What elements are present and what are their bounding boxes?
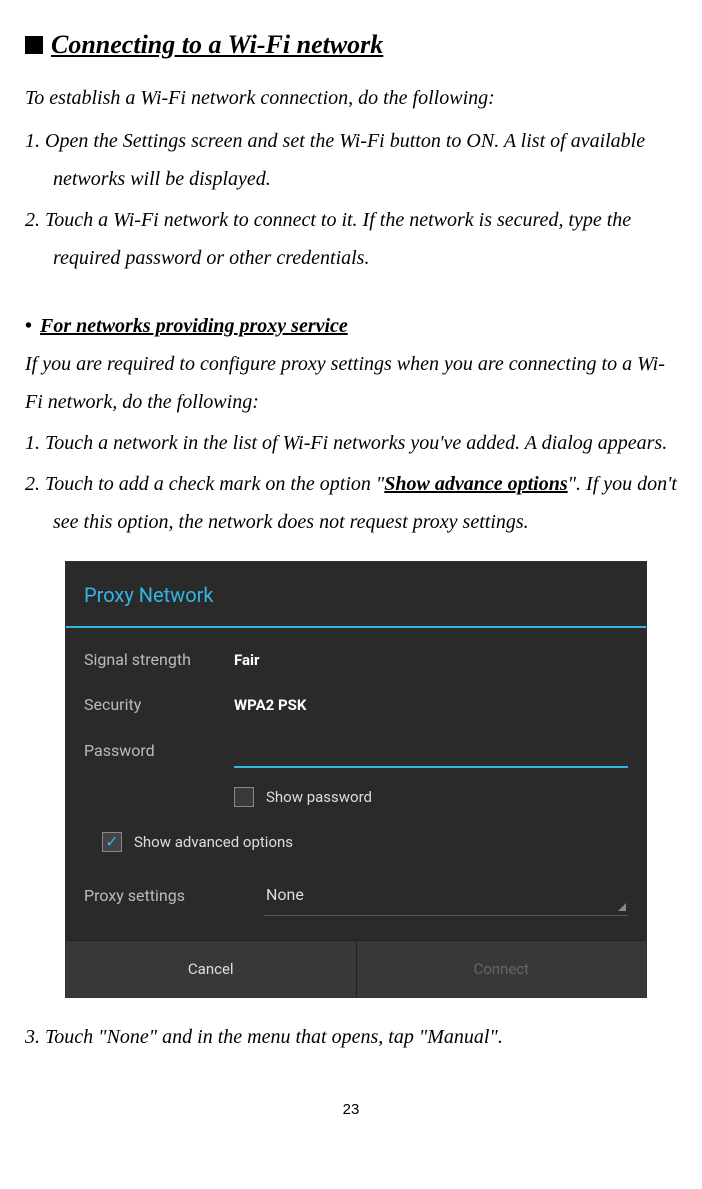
proxy-step-3: 3. Touch "None" and in the menu that ope… bbox=[25, 1018, 677, 1056]
main-heading: Connecting to a Wi-Fi network bbox=[51, 20, 383, 69]
cancel-button[interactable]: Cancel bbox=[66, 941, 357, 998]
password-row: Password bbox=[84, 727, 628, 775]
proxy-step-2-prefix: 2. Touch to add a check mark on the opti… bbox=[25, 473, 384, 495]
proxy-settings-label: Proxy settings bbox=[84, 881, 234, 911]
show-advanced-row[interactable]: ✓ Show advanced options bbox=[102, 820, 628, 865]
proxy-step-1: 1. Touch a network in the list of Wi-Fi … bbox=[25, 424, 677, 462]
security-value: WPA2 PSK bbox=[234, 691, 306, 720]
spinner-triangle-icon bbox=[618, 903, 626, 911]
show-password-row[interactable]: Show password bbox=[234, 775, 628, 820]
signal-label: Signal strength bbox=[84, 645, 234, 675]
security-row: Security WPA2 PSK bbox=[84, 683, 628, 727]
password-label: Password bbox=[84, 736, 234, 766]
subheading: For networks providing proxy service bbox=[40, 307, 348, 345]
show-advanced-label: Show advanced options bbox=[134, 828, 293, 857]
dialog-title: Proxy Network bbox=[66, 562, 646, 628]
square-bullet-icon bbox=[25, 36, 43, 54]
password-input[interactable] bbox=[234, 734, 628, 768]
intro-text: To establish a Wi-Fi network connection,… bbox=[25, 79, 677, 117]
proxy-settings-value: None bbox=[266, 880, 304, 910]
step-1: 1. Open the Settings screen and set the … bbox=[25, 122, 677, 198]
dialog-button-bar: Cancel Connect bbox=[66, 940, 646, 998]
dialog-body: Signal strength Fair Security WPA2 PSK P… bbox=[66, 628, 646, 939]
signal-value: Fair bbox=[234, 646, 259, 675]
proxy-settings-spinner[interactable]: None bbox=[264, 876, 628, 915]
show-password-checkbox[interactable] bbox=[234, 787, 254, 807]
proxy-intro: If you are required to configure proxy s… bbox=[25, 345, 677, 421]
connect-button[interactable]: Connect bbox=[357, 941, 647, 998]
proxy-dialog: Proxy Network Signal strength Fair Secur… bbox=[65, 561, 647, 998]
dot-bullet-icon: • bbox=[25, 307, 32, 345]
proxy-settings-row: Proxy settings None bbox=[84, 864, 628, 921]
subheading-row: • For networks providing proxy service bbox=[25, 307, 677, 345]
show-password-label: Show password bbox=[266, 783, 372, 812]
show-advanced-checkbox[interactable]: ✓ bbox=[102, 832, 122, 852]
signal-row: Signal strength Fair bbox=[84, 638, 628, 682]
page-number: 23 bbox=[25, 1096, 677, 1125]
step-2: 2. Touch a Wi-Fi network to connect to i… bbox=[25, 201, 677, 277]
heading-row: Connecting to a Wi-Fi network bbox=[25, 20, 677, 69]
security-label: Security bbox=[84, 690, 234, 720]
checkmark-icon: ✓ bbox=[105, 834, 118, 850]
proxy-step-2-bold: Show advance options bbox=[384, 473, 567, 495]
proxy-step-2: 2. Touch to add a check mark on the opti… bbox=[25, 465, 677, 541]
